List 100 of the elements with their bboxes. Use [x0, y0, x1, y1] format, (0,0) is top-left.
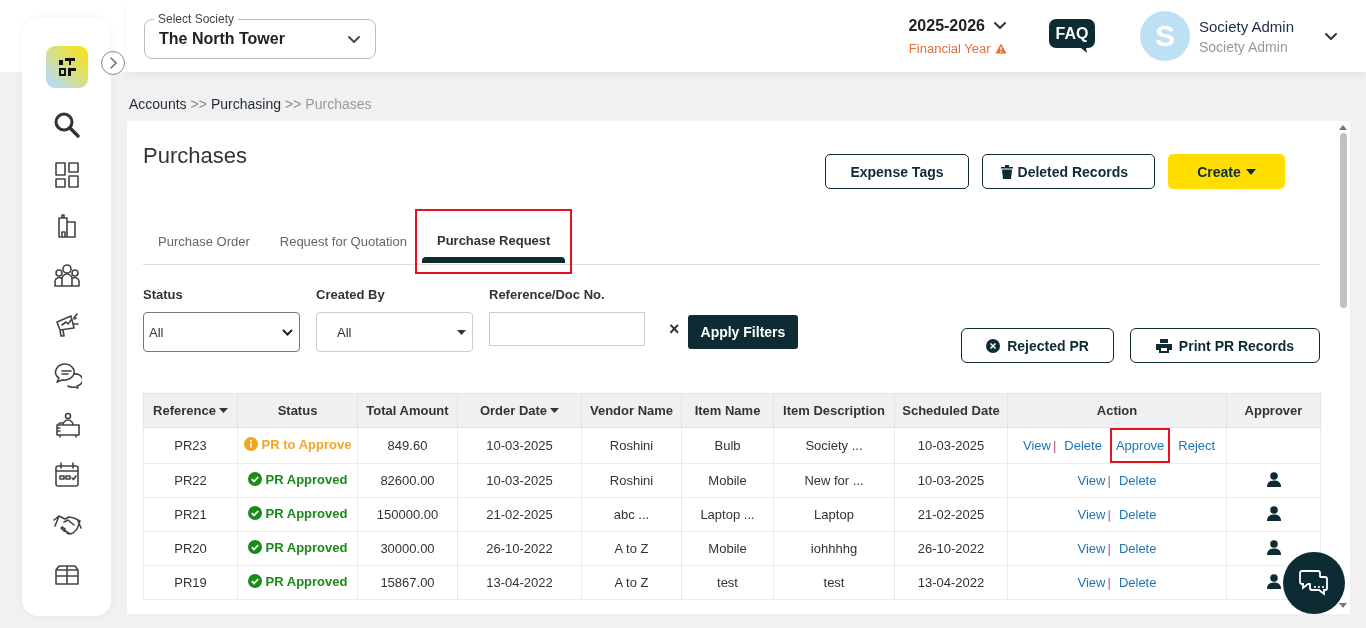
table-cell: abc ... [581, 497, 682, 532]
table-cell: 10-03-2025 [457, 427, 582, 464]
column-header: Total Amount [366, 403, 449, 418]
action-link[interactable]: Delete [1118, 575, 1157, 590]
create-button[interactable]: Create [1168, 154, 1285, 189]
column-header: Vendor Name [589, 403, 674, 418]
table-cell: 21-02-2025 [894, 497, 1008, 532]
page-title: Purchases [143, 143, 247, 169]
printer-icon [1155, 338, 1172, 353]
check-circle-icon [247, 540, 262, 555]
table-cell: 26-10-2022 [457, 531, 582, 566]
column-header: Status [277, 403, 318, 418]
year-select[interactable]: 2025-2026 [908, 16, 1007, 35]
table-cell: Mobile [681, 531, 774, 566]
avatar: S [1139, 11, 1190, 61]
rejected-pr-button[interactable]: Rejected PR [961, 328, 1114, 363]
clear-filters-button[interactable]: × [669, 319, 680, 340]
table-cell: PR21 [143, 497, 238, 532]
user-name: Society Admin [1198, 17, 1294, 35]
column-header: Item Description [783, 403, 885, 418]
table-cell: PR22 [143, 463, 238, 498]
separator: | [1107, 507, 1111, 522]
caret-down-icon [457, 329, 466, 335]
separator: | [1052, 438, 1057, 453]
caret-down-icon [1245, 168, 1256, 175]
action-link[interactable]: View [1023, 438, 1051, 453]
breadcrumb-separator: >> [190, 96, 207, 112]
action-link[interactable]: Delete [1118, 541, 1157, 556]
table-cell: A to Z [581, 531, 682, 566]
separator: | [1107, 541, 1111, 556]
table-cell: 26-10-2022 [894, 531, 1008, 566]
deleted-records-button[interactable]: Deleted Records [981, 154, 1155, 189]
table-cell: 10-03-2025 [457, 463, 582, 498]
info-icon [243, 437, 258, 452]
sort-icon[interactable] [550, 408, 560, 413]
table-cell: PR20 [143, 531, 238, 566]
trash-icon [1000, 164, 1013, 179]
breadcrumb-separator: >> [285, 96, 302, 112]
table-cell: 10-03-2025 [894, 463, 1008, 498]
column-header: Item Name [694, 403, 761, 418]
user-role: Society Admin [1198, 38, 1289, 55]
logo-mark-icon [56, 56, 78, 78]
warning-icon [994, 42, 1007, 54]
action-link[interactable]: Reject [1178, 438, 1216, 453]
table-cell: 21-02-2025 [457, 497, 582, 532]
reference-input[interactable] [489, 312, 645, 346]
table-cell: 150000.00 [357, 497, 458, 532]
action-link[interactable]: View [1077, 541, 1106, 556]
chat-icon [1299, 569, 1329, 597]
breadcrumb-link[interactable]: Purchasing [210, 96, 281, 112]
print-records-button[interactable]: Print PR Records [1129, 328, 1320, 363]
scroll-down-icon[interactable] [1339, 603, 1347, 608]
scrollbar-thumb[interactable] [1339, 133, 1347, 308]
chevron-down-icon[interactable] [1324, 31, 1338, 41]
chevron-right-icon [109, 57, 117, 69]
apply-filters-button[interactable]: Apply Filters [687, 315, 799, 349]
table-cell: test [773, 565, 895, 600]
sidebar-toggle[interactable] [101, 51, 125, 75]
table-cell: Bulb [681, 427, 774, 464]
faq-button[interactable]: FAQ [1048, 19, 1095, 53]
table-cell: 15867.00 [357, 565, 458, 600]
check-circle-icon [247, 574, 262, 589]
tab[interactable]: Purchase Order [143, 219, 265, 264]
sort-icon[interactable] [218, 408, 228, 413]
table-cell: 10-03-2025 [894, 427, 1008, 464]
filter-label: Status [143, 287, 184, 302]
scroll-up-icon[interactable] [1339, 125, 1347, 130]
tab[interactable]: Purchase Request [421, 218, 566, 263]
created-by-select[interactable]: All [316, 312, 473, 352]
status-label: PR Approved [265, 471, 348, 487]
table-cell: Roshini [581, 463, 682, 498]
table-cell: Laptop [773, 497, 895, 532]
check-circle-icon [247, 506, 262, 521]
action-link[interactable]: Delete [1064, 438, 1102, 453]
action-link[interactable]: View [1077, 507, 1106, 522]
table-cell: Roshini [581, 427, 682, 464]
status-select[interactable]: All [143, 312, 300, 352]
table-cell: 849.60 [357, 427, 458, 464]
column-header: Scheduled Date [902, 403, 1000, 418]
table-cell: iohhhhg [773, 531, 895, 566]
action-link[interactable]: Approve [1115, 438, 1165, 453]
breadcrumb-current: Purchases [305, 96, 372, 112]
action-link[interactable]: Delete [1118, 473, 1157, 488]
filter-label: Reference/Doc No. [489, 287, 606, 302]
breadcrumb-link[interactable]: Accounts [129, 96, 187, 112]
status-label: PR Approved [265, 573, 348, 589]
tab[interactable]: Request for Quotation [264, 219, 422, 264]
status-label: PR Approved [265, 539, 348, 555]
action-link[interactable]: Delete [1118, 507, 1157, 522]
filter-label: Created By [316, 287, 386, 302]
chevron-down-icon [282, 328, 293, 336]
financial-year-label: Financial Year [908, 40, 991, 56]
status-label: PR to Approve [261, 436, 352, 452]
action-link[interactable]: View [1077, 473, 1106, 488]
table-cell: Society ... [773, 427, 895, 464]
action-link[interactable]: View [1077, 575, 1106, 590]
table-cell: 13-04-2022 [894, 565, 1008, 600]
table-cell: 82600.00 [357, 463, 458, 498]
check-circle-icon [247, 472, 262, 487]
expense-tags-button[interactable]: Expense Tags [825, 154, 969, 189]
